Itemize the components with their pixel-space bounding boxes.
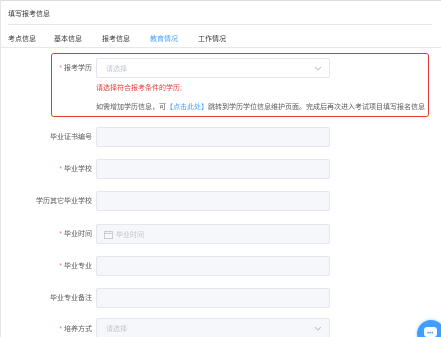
chevron-down-icon [314,66,322,71]
tab-work[interactable]: 工作情况 [198,34,226,44]
education-level-placeholder: 请选择 [106,66,127,73]
required-mark: * [59,65,62,72]
education-level-label-text: 报考学历 [64,65,92,72]
grad-time-label: * 毕业时间 [40,229,92,239]
chat-button[interactable]: ••• [417,320,441,337]
title-divider [8,24,432,25]
required-mark: * [59,326,62,333]
major-note-input[interactable] [96,288,330,308]
education-error-message: 请选择符合报考条件的学历; [96,85,182,92]
tab-education[interactable]: 教育情况 [150,34,178,44]
training-mode-placeholder: 请选择 [106,326,127,333]
training-mode-label: * 培养方式 [40,324,92,334]
grad-time-label-text: 毕业时间 [64,231,92,238]
major-label-text: 毕业专业 [64,263,92,270]
major-note-label: 毕业专业备注 [50,295,92,302]
click-here-link[interactable]: 【点击此处】 [166,104,208,111]
education-tip: 如需增加学历信息，可【点击此处】跳转到学历学位信息维护页面。完成后再次进入考试项… [96,102,425,112]
tabs-divider [0,47,441,48]
tab-bar: 考点信息 基本信息 报考信息 教育情况 工作情况 [0,34,441,52]
training-mode-select[interactable]: 请选择 [96,318,330,337]
education-level-select[interactable]: 请选择 [96,58,330,78]
tip-suffix: 跳转到学历学位信息维护页面。完成后再次进入考试项目填写报名信息 [208,104,425,111]
top-border [0,0,441,1]
tip-prefix: 如需增加学历信息，可 [96,104,166,111]
chevron-down-icon [314,326,322,331]
required-mark: * [59,263,62,270]
school-label-text: 毕业学校 [64,166,92,173]
required-mark: * [59,166,62,173]
tab-exam-info[interactable]: 报考信息 [102,34,130,44]
education-level-label: * 报考学历 [56,63,92,73]
tab-exam-site[interactable]: 考点信息 [8,34,36,44]
required-mark: * [59,231,62,238]
cert-number-input[interactable] [96,127,330,147]
other-school-input[interactable] [96,191,330,211]
school-label: * 毕业学校 [40,164,92,174]
calendar-icon [104,230,113,239]
major-label: * 毕业专业 [40,261,92,271]
cert-number-label: 毕业证书编号 [50,134,92,141]
major-input[interactable] [96,256,330,276]
page-title: 填写报考信息 [8,11,50,18]
other-school-label: 学历其它毕业学校 [36,198,92,205]
tab-basic-info[interactable]: 基本信息 [54,34,82,44]
training-mode-label-text: 培养方式 [64,326,92,333]
school-input[interactable] [96,159,330,179]
grad-time-placeholder: 毕业时间 [116,232,144,239]
grad-time-picker[interactable]: 毕业时间 [96,224,330,244]
chat-dots: ••• [427,331,434,337]
